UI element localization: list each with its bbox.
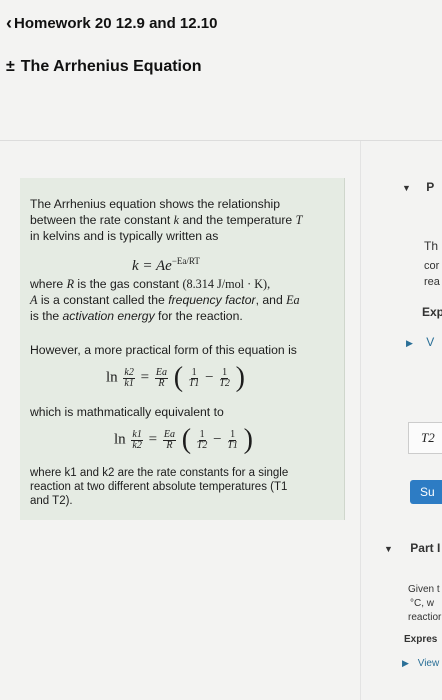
back-link[interactable]: ‹ Homework 20 12.9 and 12.10 (6, 14, 217, 32)
part-b-toggle[interactable]: ▼ Part I (384, 541, 440, 555)
where-line-1: where R is the gas constant (8.314 J/mol… (30, 277, 271, 291)
intro-card: The Arrhenius equation shows the relatio… (20, 178, 345, 520)
equivalent-text: which is mathmatically equivalent to (30, 405, 224, 419)
page-title: ± The Arrhenius Equation (6, 58, 202, 76)
panel-text-exp: Exp (422, 305, 442, 319)
title-text: The Arrhenius Equation (20, 58, 202, 75)
final-line-1: where k1 and k2 are the rate constants f… (30, 467, 289, 479)
where-line-3: is the activation energy for the reactio… (30, 309, 243, 323)
chevron-left-icon: ‹ (6, 13, 12, 33)
t2-field[interactable]: T2 (408, 422, 442, 454)
final-line-3: and T2). (30, 495, 73, 507)
caret-right-icon: ▶ (406, 338, 413, 348)
intro-line-2: between the rate constant k and the temp… (30, 213, 303, 227)
caret-down-icon: ▼ (402, 183, 411, 193)
panel-text-rea: rea (424, 276, 440, 288)
panel-text-th: Th (424, 239, 439, 253)
submit-button[interactable]: Su (410, 480, 442, 504)
panel-text-reaction: reactior (408, 612, 442, 623)
panel-text-given: Given t (408, 584, 440, 595)
final-line-2: reaction at two different absolute tempe… (30, 481, 288, 493)
where-line-2: A is a constant called the frequency fac… (30, 293, 300, 307)
arrhenius-equation: k = Ae−Ea/RT (132, 256, 200, 274)
caret-down-icon: ▼ (384, 544, 393, 554)
ln-equation-1: ln k2 k1 = Ea R ( 1 T1 − 1 T2 ) (106, 362, 245, 393)
caret-right-icon: ▶ (402, 658, 409, 668)
back-label: Homework 20 12.9 and 12.10 (14, 14, 218, 32)
panel-text-cw: °C, w (410, 598, 434, 609)
view-available-hint[interactable]: ▶ View (402, 658, 439, 669)
view-hint-toggle[interactable]: ▶ V (406, 335, 434, 349)
panel-text-cor: cor (424, 260, 440, 272)
intro-line-1: The Arrhenius equation shows the relatio… (30, 197, 280, 211)
header: ‹ Homework 20 12.9 and 12.10 ± The Arrhe… (0, 0, 442, 150)
plus-minus-icon: ± (6, 58, 15, 75)
part-toggle[interactable]: ▼ P (402, 180, 434, 194)
intro-line-3: in kelvins and is typically written as (30, 229, 219, 243)
panel-text-express: Expres (404, 634, 438, 645)
however-text: However, a more practical form of this e… (30, 343, 297, 357)
ln-equation-2: ln k1 k2 = Ea R ( 1 T2 − 1 T1 ) (114, 424, 253, 455)
